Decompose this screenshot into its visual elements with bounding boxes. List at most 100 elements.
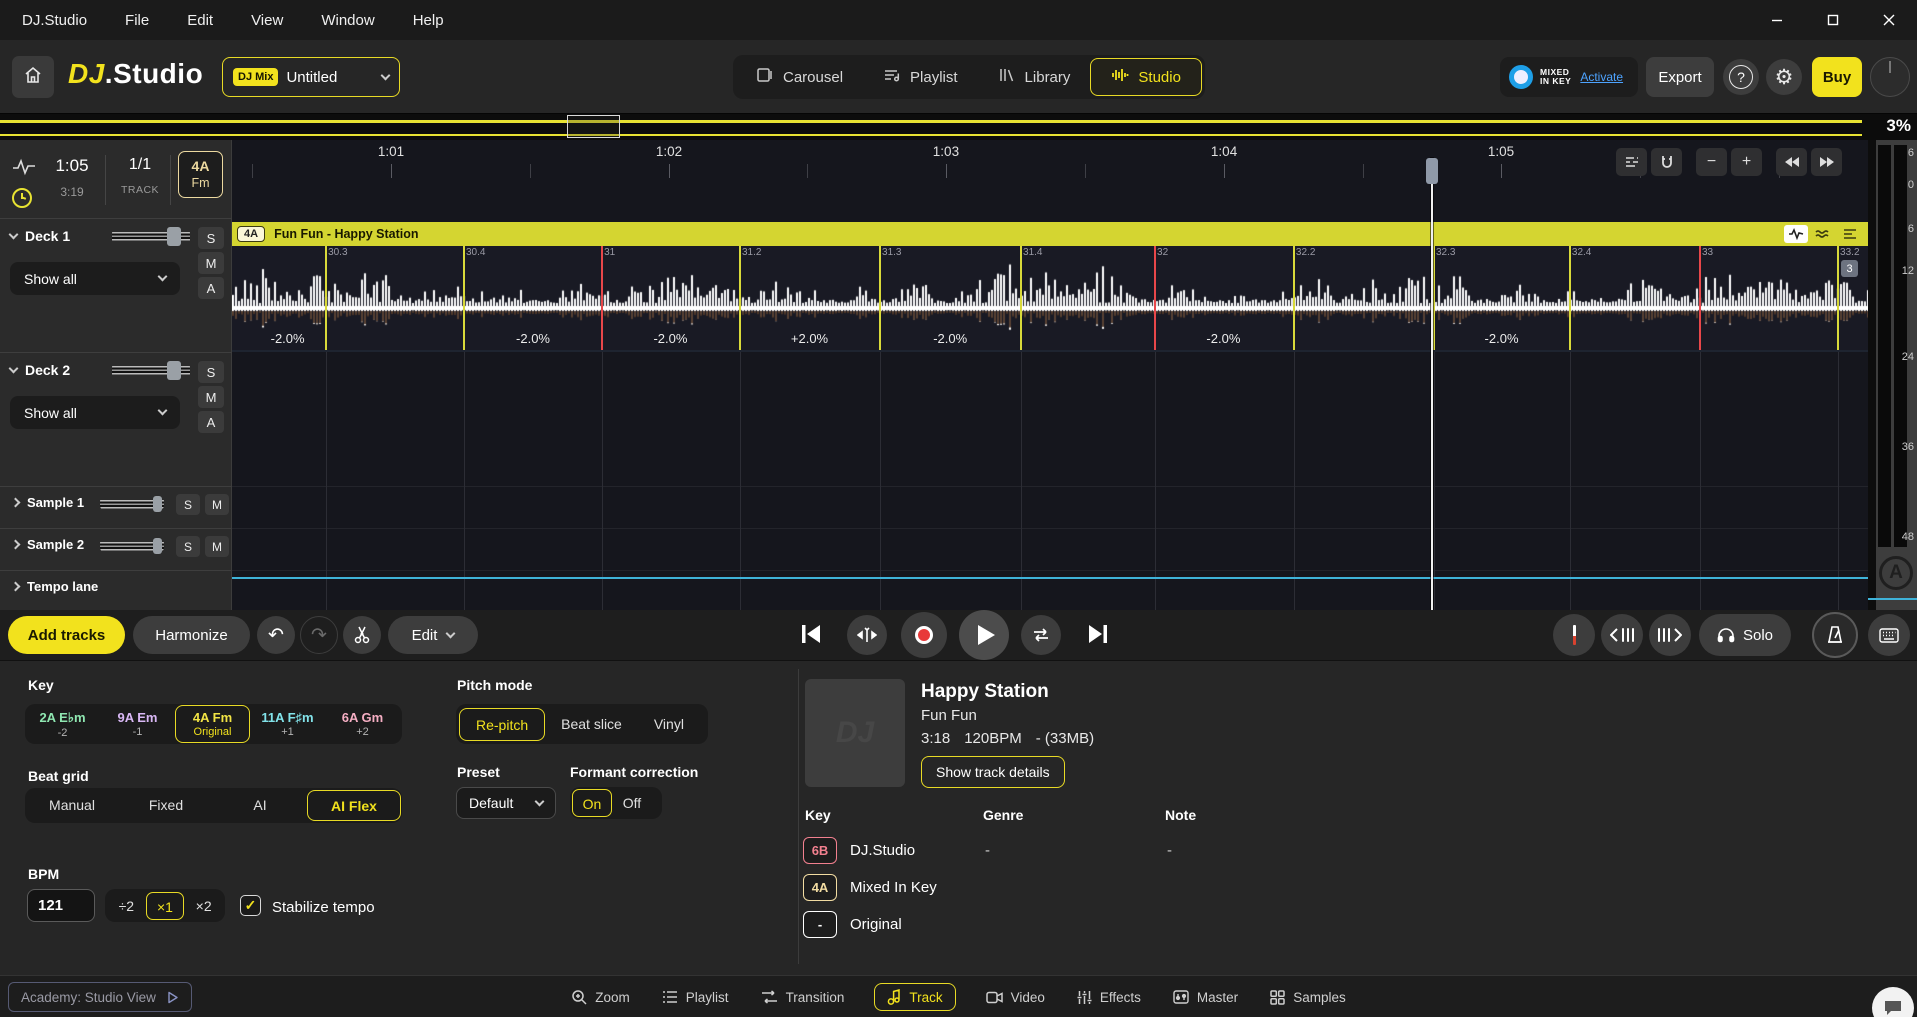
metronome-button[interactable] [1812,612,1858,658]
master-key-badge[interactable]: 4A Fm [178,151,223,198]
harmonic-view-icon[interactable] [1811,225,1835,243]
show-track-details-button[interactable]: Show track details [921,756,1065,788]
track-clip-header[interactable]: 4A Fun Fun - Happy Station [232,222,1868,246]
home-button[interactable] [12,56,54,98]
menu-app[interactable]: DJ.Studio [22,12,87,29]
loop-button[interactable] [1021,615,1061,655]
mix-overview-strip[interactable]: 3% [0,114,1917,140]
bpm-x1[interactable]: ×1 [146,892,185,920]
tab-playlist[interactable]: Playlist [863,58,978,96]
sample2-mute-button[interactable]: M [205,536,229,557]
bpm-input[interactable] [27,889,95,922]
mixed-in-key-widget[interactable]: MIXED IN KEY Activate [1500,57,1638,97]
solo-button[interactable]: Solo [1699,614,1791,656]
stabilize-tempo-checkbox[interactable]: ✓ [240,895,261,916]
edit-dropdown[interactable]: Edit [388,616,478,654]
key-option-6a[interactable]: 6A Gm+2 [325,705,400,743]
tab-video[interactable]: Video [984,985,1047,1010]
deck2-show-all-dropdown[interactable]: Show all [10,396,180,429]
deck1-automation-button[interactable]: A [198,277,224,299]
zoom-in-button[interactable]: + [1731,148,1762,176]
tab-studio[interactable]: Studio [1090,58,1202,96]
menu-help[interactable]: Help [413,12,444,29]
pitch-vinyl[interactable]: Vinyl [638,708,700,741]
rewind-button[interactable] [1776,148,1807,176]
deck1-solo-button[interactable]: S [198,227,224,249]
tempo-lane-header[interactable]: Tempo lane [12,579,98,594]
tab-track[interactable]: Track [874,983,955,1011]
preset-dropdown[interactable]: Default [456,787,556,819]
sample1-volume-slider[interactable] [100,498,164,509]
tab-zoom[interactable]: Zoom [569,984,632,1010]
buy-button[interactable]: Buy [1812,57,1862,97]
timeline-area[interactable]: 1:011:021:031:041:05 − + 4A Fun Fun - Ha… [232,140,1868,610]
zoom-out-button[interactable]: − [1696,148,1727,176]
snap-magnet-button[interactable] [1651,148,1682,176]
tab-carousel[interactable]: Carousel [736,58,863,96]
tab-master[interactable]: Master [1171,985,1240,1010]
formant-off[interactable]: Off [612,789,652,817]
beatgrid-fixed[interactable]: Fixed [119,790,213,821]
waveform-view-icon[interactable] [1784,225,1808,243]
key-badge-original[interactable]: - [803,911,837,938]
split-button[interactable] [343,616,381,654]
skip-to-end-button[interactable] [1085,621,1111,652]
fast-forward-button[interactable] [1811,148,1842,176]
settings-button[interactable]: ⚙ [1766,59,1802,95]
next-transition-button[interactable] [1649,614,1691,656]
help-button[interactable]: ? [1723,59,1759,95]
sample2-solo-button[interactable]: S [176,536,200,557]
maximize-button[interactable] [1805,0,1861,40]
record-button[interactable] [901,612,947,658]
pitch-repitch[interactable]: Re-pitch [459,708,545,741]
slider-thumb[interactable] [167,361,181,380]
automation-view-button[interactable] [1616,148,1647,176]
pitch-beat-slice[interactable]: Beat slice [545,708,638,741]
deck2-header[interactable]: Deck 2 [10,362,70,378]
jump-to-playhead-button[interactable] [847,615,887,655]
playhead-handle[interactable] [1426,158,1438,184]
playhead[interactable] [1431,158,1433,610]
menu-file[interactable]: File [125,12,149,29]
cue-marker-button[interactable] [1553,614,1595,656]
tab-samples[interactable]: Samples [1268,985,1348,1010]
close-button[interactable] [1861,0,1917,40]
beatgrid-manual[interactable]: Manual [25,790,119,821]
sample1-solo-button[interactable]: S [176,494,200,515]
minimize-button[interactable] [1749,0,1805,40]
autogain-icon[interactable]: A [1879,556,1913,590]
sample1-header[interactable]: Sample 1 [12,495,84,510]
add-tracks-button[interactable]: Add tracks [8,616,125,654]
deck1-show-all-dropdown[interactable]: Show all [10,262,180,295]
slider-thumb[interactable] [153,538,162,554]
menu-window[interactable]: Window [321,12,374,29]
tab-effects[interactable]: Effects [1075,985,1143,1010]
deck2-solo-button[interactable]: S [198,361,224,383]
key-badge-djstudio[interactable]: 6B [803,837,837,864]
avatar[interactable] [1870,57,1910,97]
sample2-volume-slider[interactable] [100,540,164,551]
key-badge-mixedinkey[interactable]: 4A [803,874,837,901]
harmonize-button[interactable]: Harmonize [133,616,250,654]
deck1-header[interactable]: Deck 1 [10,228,70,244]
deck2-mute-button[interactable]: M [198,386,224,408]
tempo-automation-line[interactable] [232,577,1868,579]
sample1-mute-button[interactable]: M [205,494,229,515]
deck1-volume-slider[interactable] [112,230,190,243]
key-option-2a[interactable]: 2A E♭m-2 [25,705,100,743]
formant-on[interactable]: On [572,789,612,817]
tab-playlist-bottom[interactable]: Playlist [660,985,731,1010]
bpm-half[interactable]: ÷2 [107,892,146,920]
deck2-automation-button[interactable]: A [198,411,224,433]
lyrics-view-icon[interactable] [1838,225,1862,243]
previous-transition-button[interactable] [1601,614,1643,656]
play-button[interactable] [959,610,1009,660]
deck1-mute-button[interactable]: M [198,252,224,274]
project-selector[interactable]: DJ Mix Untitled [222,57,400,97]
skip-to-start-button[interactable] [798,621,824,652]
bpm-x2[interactable]: ×2 [184,892,223,920]
waveform-lane[interactable]: 30.330.43131.231.331.43232.232.332.43333… [232,246,1868,352]
deck2-volume-slider[interactable] [112,364,190,377]
tab-transition[interactable]: Transition [759,985,847,1010]
menu-edit[interactable]: Edit [187,12,213,29]
